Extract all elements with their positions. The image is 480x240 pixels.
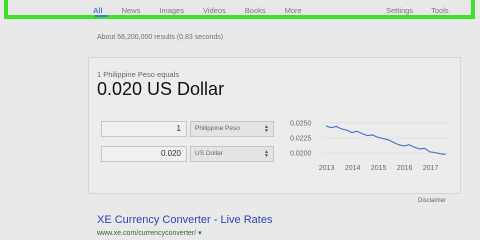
from-currency-select[interactable]: Philippine Peso ▲ ▼ [190,121,274,137]
settings-link[interactable]: Settings [386,6,413,15]
tab-all[interactable]: All [93,6,103,15]
chart-x-tick-label: 2016 [397,165,413,172]
chart-x-tick-label: 2014 [345,165,361,172]
tab-more[interactable]: More [285,6,302,15]
tab-news[interactable]: News [122,6,141,15]
tab-images[interactable]: Images [159,6,184,15]
chart-x-tick-label: 2013 [319,165,335,172]
tab-books[interactable]: Books [245,6,266,15]
active-tab-indicator [95,15,108,17]
chart-svg: 0.0250 0.0225 0.0200 2013 2014 2015 2016 2017 [290,120,448,172]
conversion-result: 0.020 US Dollar [97,79,225,99]
results-count: About 56,200,000 results (0.83 seconds) [97,34,224,41]
search-tools: Settings Tools [386,6,467,15]
to-currency-select[interactable]: US Dollar ▲ ▼ [190,146,274,162]
search-result-url[interactable]: www.xe.com/currencyconverter/ ▾ [97,229,202,237]
from-currency-label: Philippine Peso [195,125,240,132]
tools-link[interactable]: Tools [431,6,449,15]
to-amount-input[interactable]: 0.020 [101,146,187,162]
chart-x-tick-label: 2015 [371,165,387,172]
exchange-rate-chart: 0.0250 0.0225 0.0200 2013 2014 2015 2016 2017 [286,114,450,181]
conversion-label: 1 Philippine Peso equals [97,70,180,79]
chart-x-tick-label: 2017 [423,165,439,172]
search-result-title[interactable]: XE Currency Converter - Live Rates [97,214,272,226]
from-amount-input[interactable]: 1 [101,121,187,137]
chart-y-tick-label: 0.0250 [290,120,312,127]
select-arrows-icon: ▲ ▼ [264,124,269,134]
search-tabs: All News Images Videos Books More [93,6,321,15]
select-arrows-icon: ▲ ▼ [264,149,269,159]
chart-series-line [325,125,446,155]
chart-y-tick-label: 0.0225 [290,136,312,143]
chart-y-tick-label: 0.0200 [290,151,312,158]
tab-videos[interactable]: Videos [203,6,226,15]
disclaimer-link[interactable]: Disclaimer [418,198,446,204]
to-currency-label: US Dollar [195,150,223,157]
